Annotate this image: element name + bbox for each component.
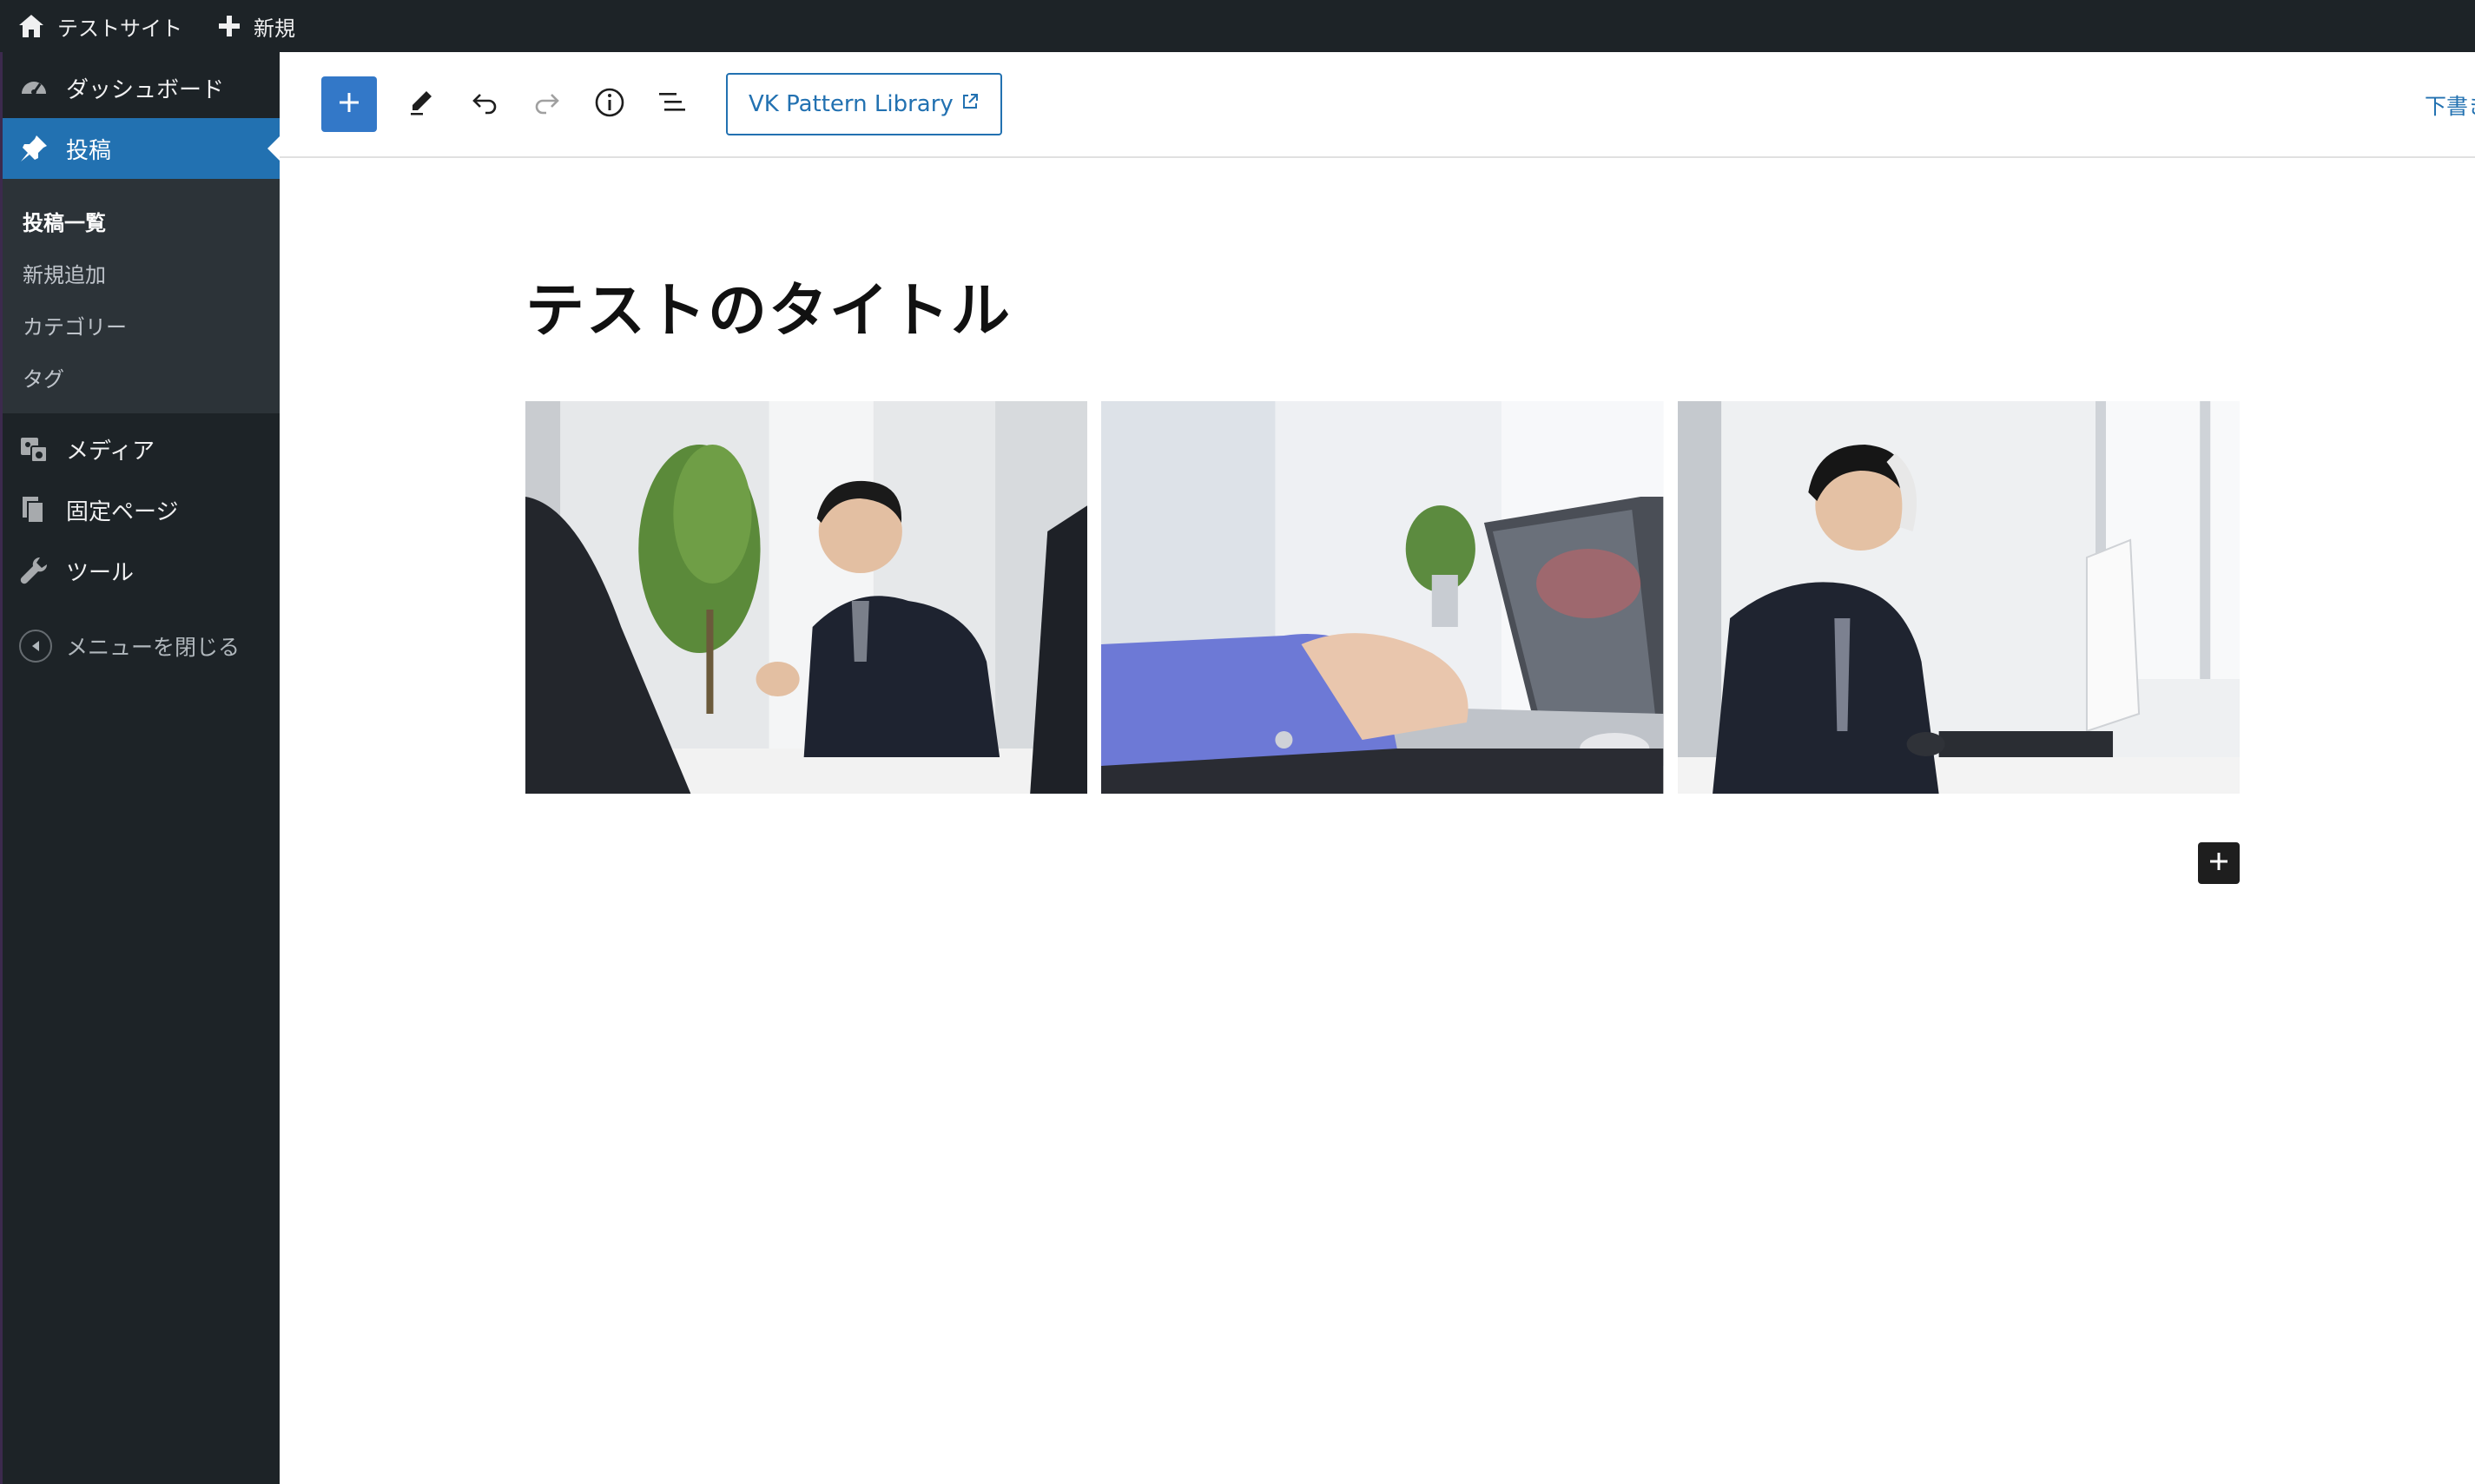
site-name-label: テストサイト (57, 16, 182, 41)
wrench-icon (19, 556, 49, 585)
menu-item-label: 固定ページ (66, 498, 179, 525)
admin-sidebar: ダッシュボード 投稿 投稿一覧 新規追加 カテゴリー タグ メディア 固定ページ… (0, 52, 280, 1484)
menu-item-label: ダッシュボード (66, 76, 225, 103)
block-inserter-button[interactable] (2198, 842, 2240, 884)
new-content-label: 新規 (254, 16, 295, 41)
plus-icon (217, 14, 241, 38)
redo-icon (532, 88, 562, 121)
dashboard-icon (19, 73, 49, 102)
save-draft-button[interactable]: 下書き保存 (2425, 52, 2475, 158)
editor-canvas: テストのタイトル (280, 158, 2475, 1484)
undo-button[interactable] (457, 76, 512, 132)
redo-button[interactable] (519, 76, 575, 132)
post-title[interactable]: テストのタイトル (525, 262, 1012, 348)
add-block-icon (336, 89, 362, 119)
new-content-link[interactable]: 新規 (200, 0, 313, 52)
external-link-icon (960, 91, 980, 117)
vk-pattern-library-button[interactable]: VK Pattern Library (726, 73, 1002, 135)
menu-item-media[interactable]: メディア (0, 419, 280, 479)
media-icon (19, 434, 49, 464)
admin-bar: テストサイト 新規 (0, 0, 2475, 52)
submenu-item-all-posts[interactable]: 投稿一覧 (0, 195, 280, 247)
menu-item-label: 投稿 (66, 137, 112, 164)
menu-item-posts[interactable]: 投稿 (0, 118, 280, 179)
home-icon (17, 12, 45, 40)
menu-item-label: ツール (66, 559, 135, 586)
posts-submenu: 投稿一覧 新規追加 カテゴリー タグ (0, 179, 280, 413)
submenu-item-categories[interactable]: カテゴリー (0, 299, 280, 351)
gallery-image-phone[interactable] (1677, 401, 2240, 794)
collapse-menu-label: メニューを閉じる (66, 635, 241, 660)
phone-call-photo (1677, 401, 2240, 794)
list-view-button[interactable] (644, 76, 700, 132)
edit-icon (407, 88, 437, 121)
gallery-image-meeting[interactable] (525, 401, 1088, 794)
info-icon (593, 86, 626, 122)
tools-button[interactable] (394, 76, 450, 132)
details-button[interactable] (582, 76, 637, 132)
collapse-arrow-icon (19, 630, 52, 663)
gallery-block[interactable] (525, 401, 2240, 794)
menu-item-label: メディア (66, 438, 155, 465)
site-name-link[interactable]: テストサイト (0, 0, 200, 52)
meeting-photo (525, 401, 1088, 794)
collapse-menu-button[interactable]: メニューを閉じる (0, 620, 280, 672)
menu-item-pages[interactable]: 固定ページ (0, 479, 280, 540)
undo-icon (470, 88, 499, 121)
menu-item-tools[interactable]: ツール (0, 540, 280, 601)
plus-icon (2208, 850, 2230, 876)
sidebar-edge (0, 52, 3, 1484)
submenu-item-tags[interactable]: タグ (0, 351, 280, 403)
add-block-button[interactable] (321, 76, 377, 132)
menu-item-dashboard[interactable]: ダッシュボード (0, 57, 280, 118)
list-view-icon (656, 86, 689, 122)
pin-icon (19, 134, 49, 163)
gallery-image-laptop[interactable] (1101, 401, 1664, 794)
vk-pattern-library-label: VK Pattern Library (749, 91, 954, 117)
laptop-typing-photo (1101, 401, 1664, 794)
pages-icon (19, 495, 49, 524)
submenu-item-add-new[interactable]: 新規追加 (0, 247, 280, 299)
editor-toolbar: VK Pattern Library 下書き保存 (280, 52, 2475, 158)
